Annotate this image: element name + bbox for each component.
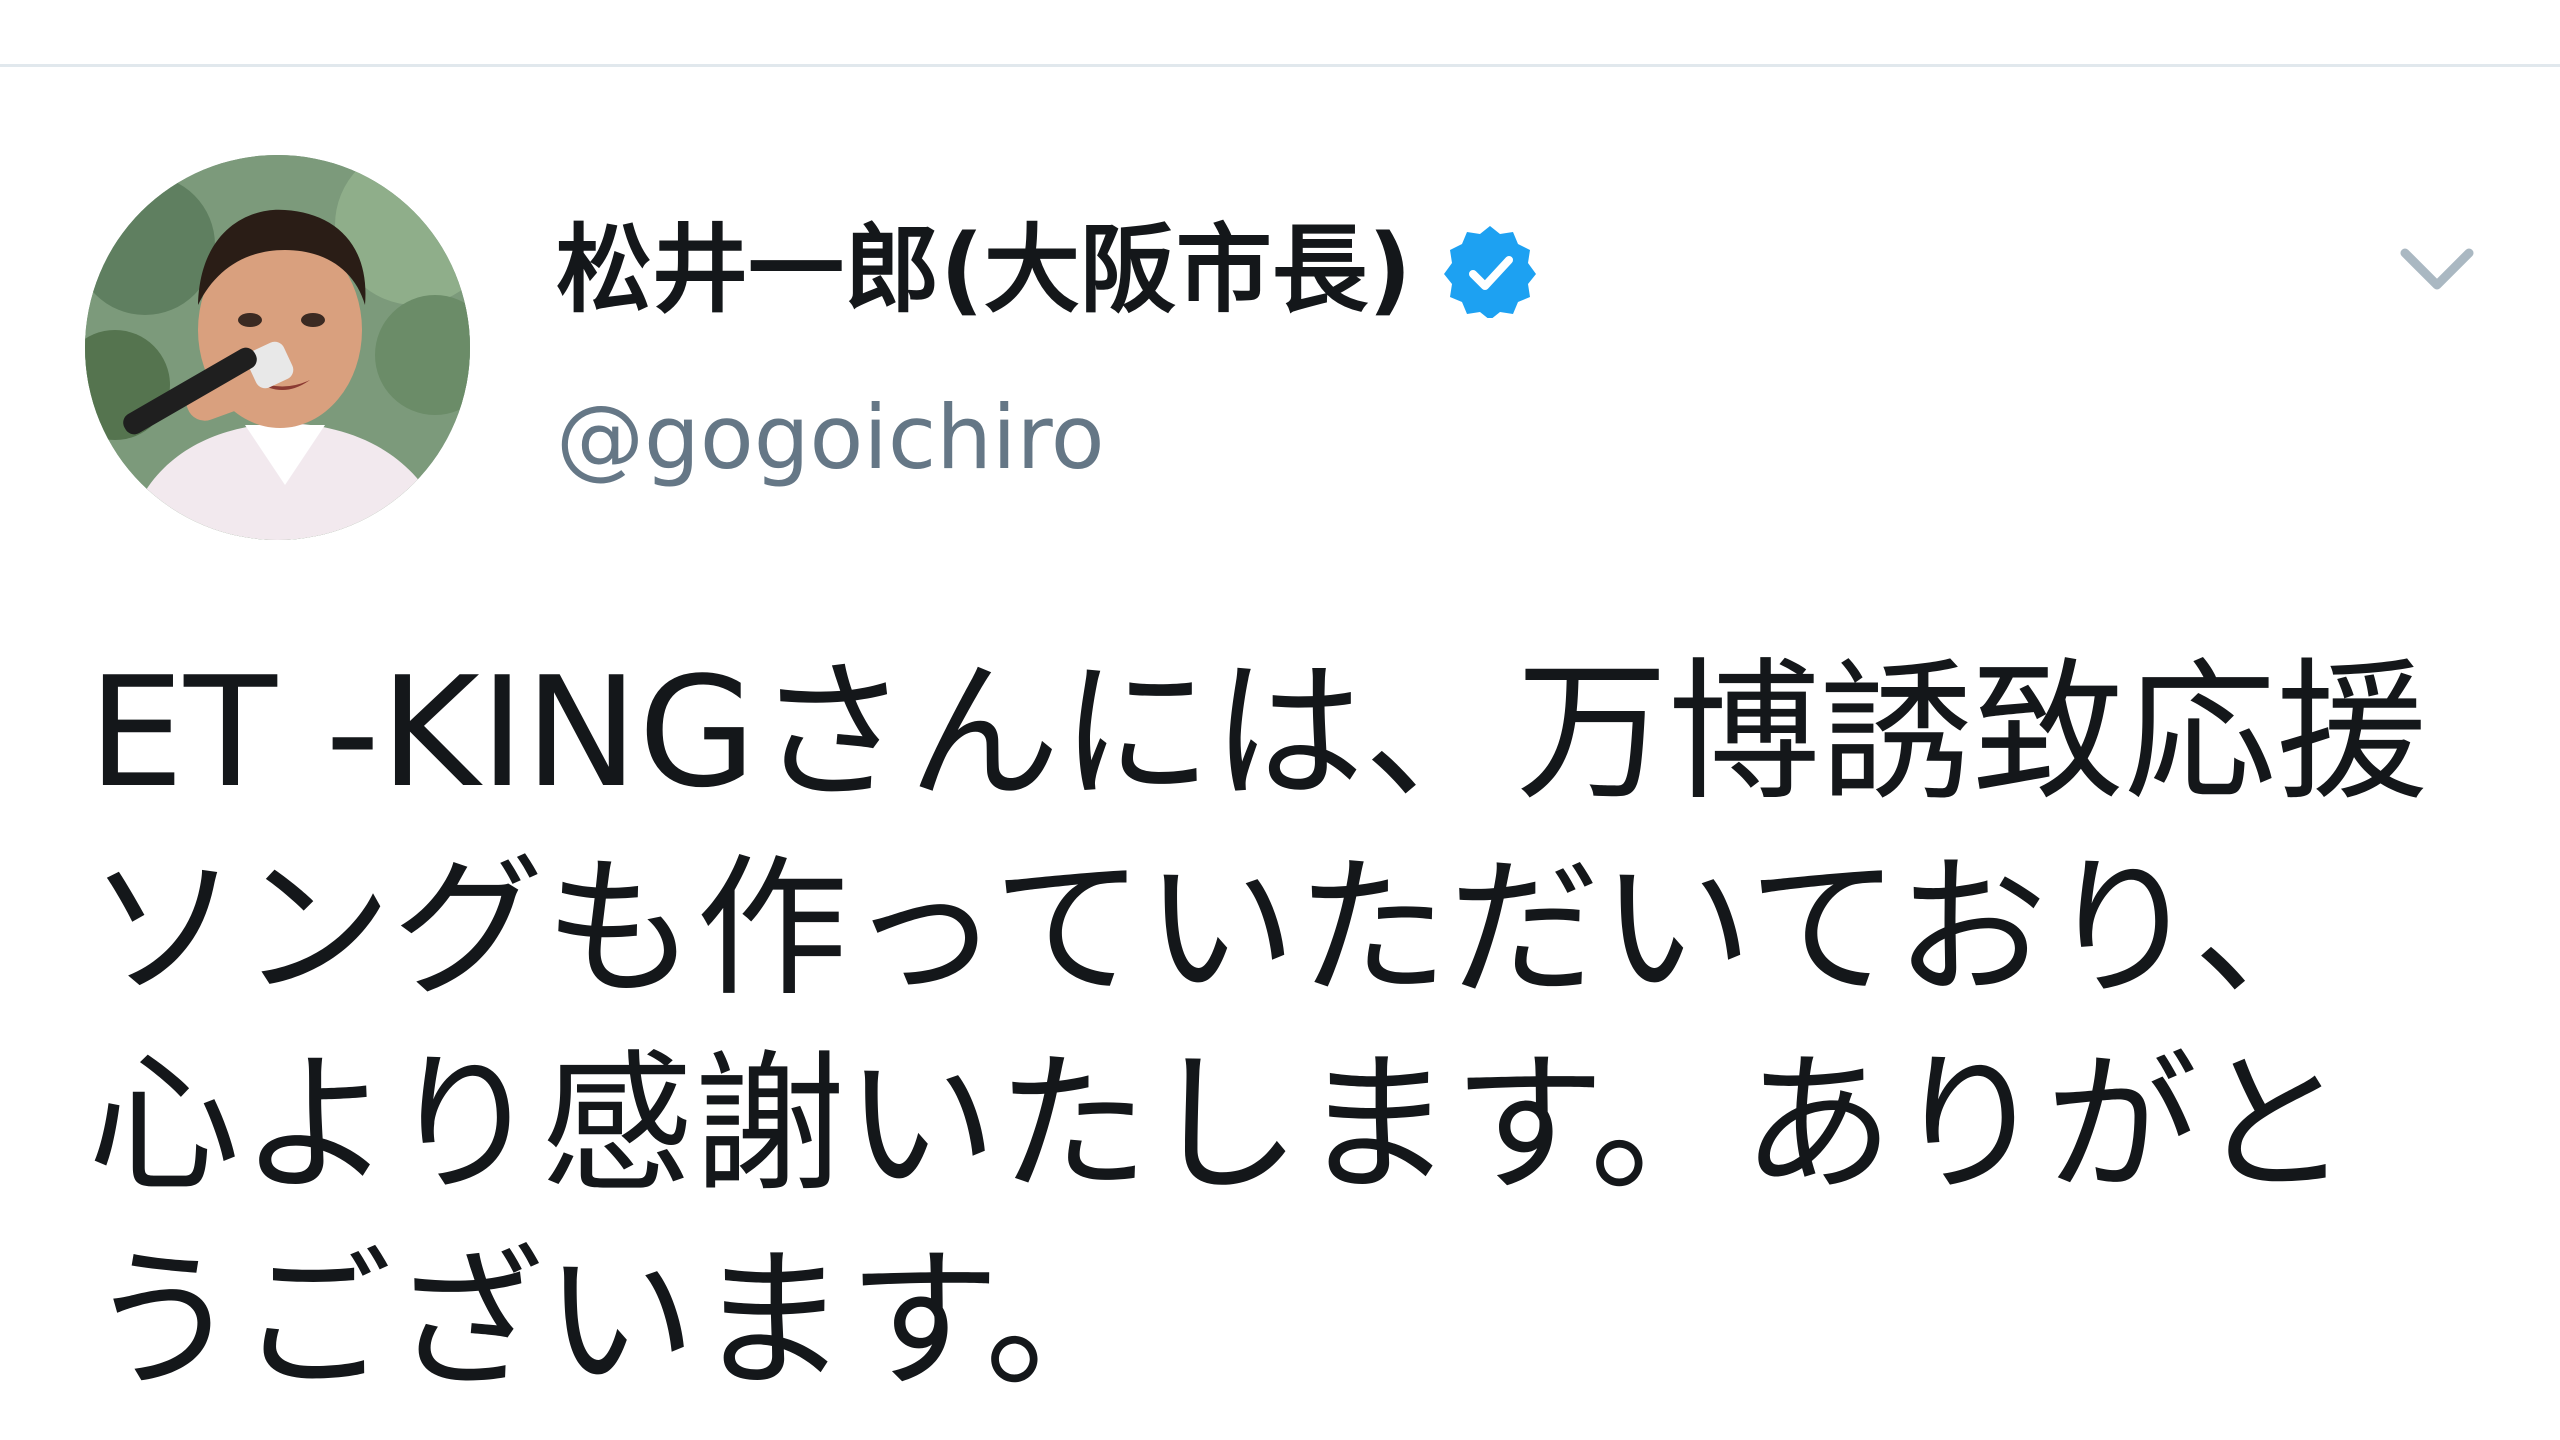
display-name-row: 松井一郎(大阪市長): [556, 195, 1538, 345]
avatar-photo: [85, 155, 470, 540]
tweet-card[interactable]: 松井一郎(大阪市長) @gogoichiro ET -KINGさんには、万博誘致…: [0, 67, 2560, 1440]
tweet-text-line: ソングも作っていただいており、: [88, 840, 2346, 1017]
verified-badge-icon: [1443, 226, 1536, 318]
author-handle[interactable]: @gogoichiro: [556, 373, 1105, 503]
chevron-down-icon[interactable]: [2395, 227, 2479, 311]
display-name[interactable]: 松井一郎(大阪市長): [556, 195, 1412, 345]
tweet-text-line: ET -KINGさんには、万博誘致応援: [88, 644, 2429, 821]
tweet-text: ET -KINGさんには、万博誘致応援 ソングも作っていただいており、 心より感…: [88, 635, 2508, 1419]
tweet-text-line: うございます。: [88, 1232, 1137, 1409]
tweet-author: 松井一郎(大阪市長) @gogoichiro: [556, 195, 2256, 575]
tweet-text-line: 心より感謝いたします。ありがと: [88, 1036, 2350, 1213]
author-avatar[interactable]: [85, 155, 470, 540]
